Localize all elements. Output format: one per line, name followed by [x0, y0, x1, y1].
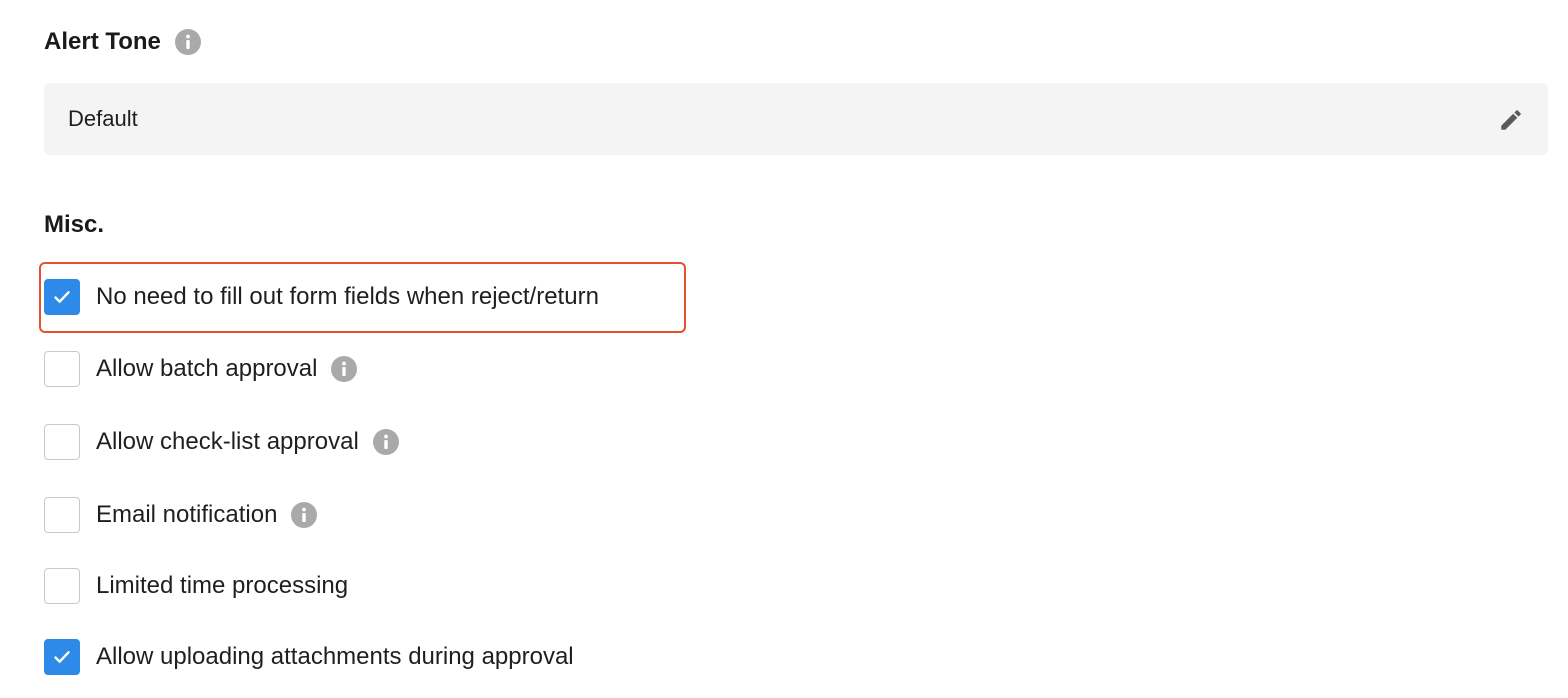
info-icon[interactable] [174, 29, 201, 55]
alert-tone-field[interactable]: Default [44, 83, 1548, 155]
misc-heading: Misc. [44, 208, 104, 242]
option-label: Allow uploading attachments during appro… [96, 643, 574, 670]
info-icon[interactable] [331, 356, 358, 382]
option-allow-batch-approval[interactable]: Allow batch approval [44, 351, 358, 387]
option-label: Allow check-list approval [96, 428, 359, 455]
alert-tone-title: Alert Tone [44, 28, 161, 55]
checkbox-unchecked[interactable] [44, 424, 80, 460]
option-label: Allow batch approval [96, 355, 318, 382]
option-email-notification[interactable]: Email notification [44, 497, 318, 533]
check-icon [54, 291, 70, 303]
info-icon[interactable] [291, 502, 318, 528]
checkbox-checked[interactable] [44, 639, 80, 675]
alert-tone-value: Default [68, 106, 138, 131]
checkbox-unchecked[interactable] [44, 568, 80, 604]
alert-tone-heading: Alert Tone [44, 25, 201, 59]
settings-page: Alert Tone Default Misc. No need to fill… [0, 0, 1568, 698]
option-allow-check-list-approval[interactable]: Allow check-list approval [44, 424, 399, 460]
info-icon[interactable] [372, 429, 399, 455]
option-no-form-fields-on-reject[interactable]: No need to fill out form fields when rej… [44, 279, 599, 315]
option-label: Limited time processing [96, 572, 349, 599]
pencil-icon[interactable] [1496, 105, 1526, 135]
checkbox-checked[interactable] [44, 279, 80, 315]
checkbox-unchecked[interactable] [44, 497, 80, 533]
option-limited-time-processing[interactable]: Limited time processing [44, 568, 348, 604]
misc-title: Misc. [44, 211, 105, 238]
check-icon [54, 651, 70, 663]
option-allow-uploading-attachments[interactable]: Allow uploading attachments during appro… [44, 639, 574, 675]
checkbox-unchecked[interactable] [44, 351, 80, 387]
option-label: No need to fill out form fields when rej… [96, 283, 599, 310]
option-label: Email notification [96, 501, 278, 528]
